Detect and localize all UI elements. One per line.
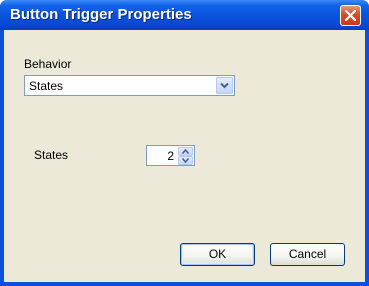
dialog-body: Behavior States States 2 OK Cancel: [4, 30, 365, 282]
states-label: States: [34, 148, 69, 162]
states-value[interactable]: 2: [167, 149, 174, 163]
spin-up-icon: [182, 149, 189, 154]
behavior-dropdown[interactable]: States: [24, 75, 235, 96]
states-increment-button[interactable]: [178, 147, 193, 156]
ok-button[interactable]: OK: [180, 243, 255, 266]
spin-down-icon: [182, 158, 189, 163]
behavior-dropdown-button[interactable]: [216, 77, 233, 94]
states-decrement-button[interactable]: [178, 156, 193, 165]
close-button[interactable]: [340, 5, 361, 26]
dialog-window: Button Trigger Properties Behavior State…: [0, 0, 369, 286]
close-icon: [345, 10, 356, 21]
title-bar[interactable]: Button Trigger Properties: [0, 0, 369, 30]
states-stepper[interactable]: 2: [146, 145, 195, 166]
behavior-label: Behavior: [24, 57, 72, 71]
behavior-selected-value: States: [29, 79, 64, 93]
cancel-button[interactable]: Cancel: [270, 243, 345, 266]
chevron-down-icon: [220, 82, 229, 89]
window-title: Button Trigger Properties: [10, 6, 192, 23]
